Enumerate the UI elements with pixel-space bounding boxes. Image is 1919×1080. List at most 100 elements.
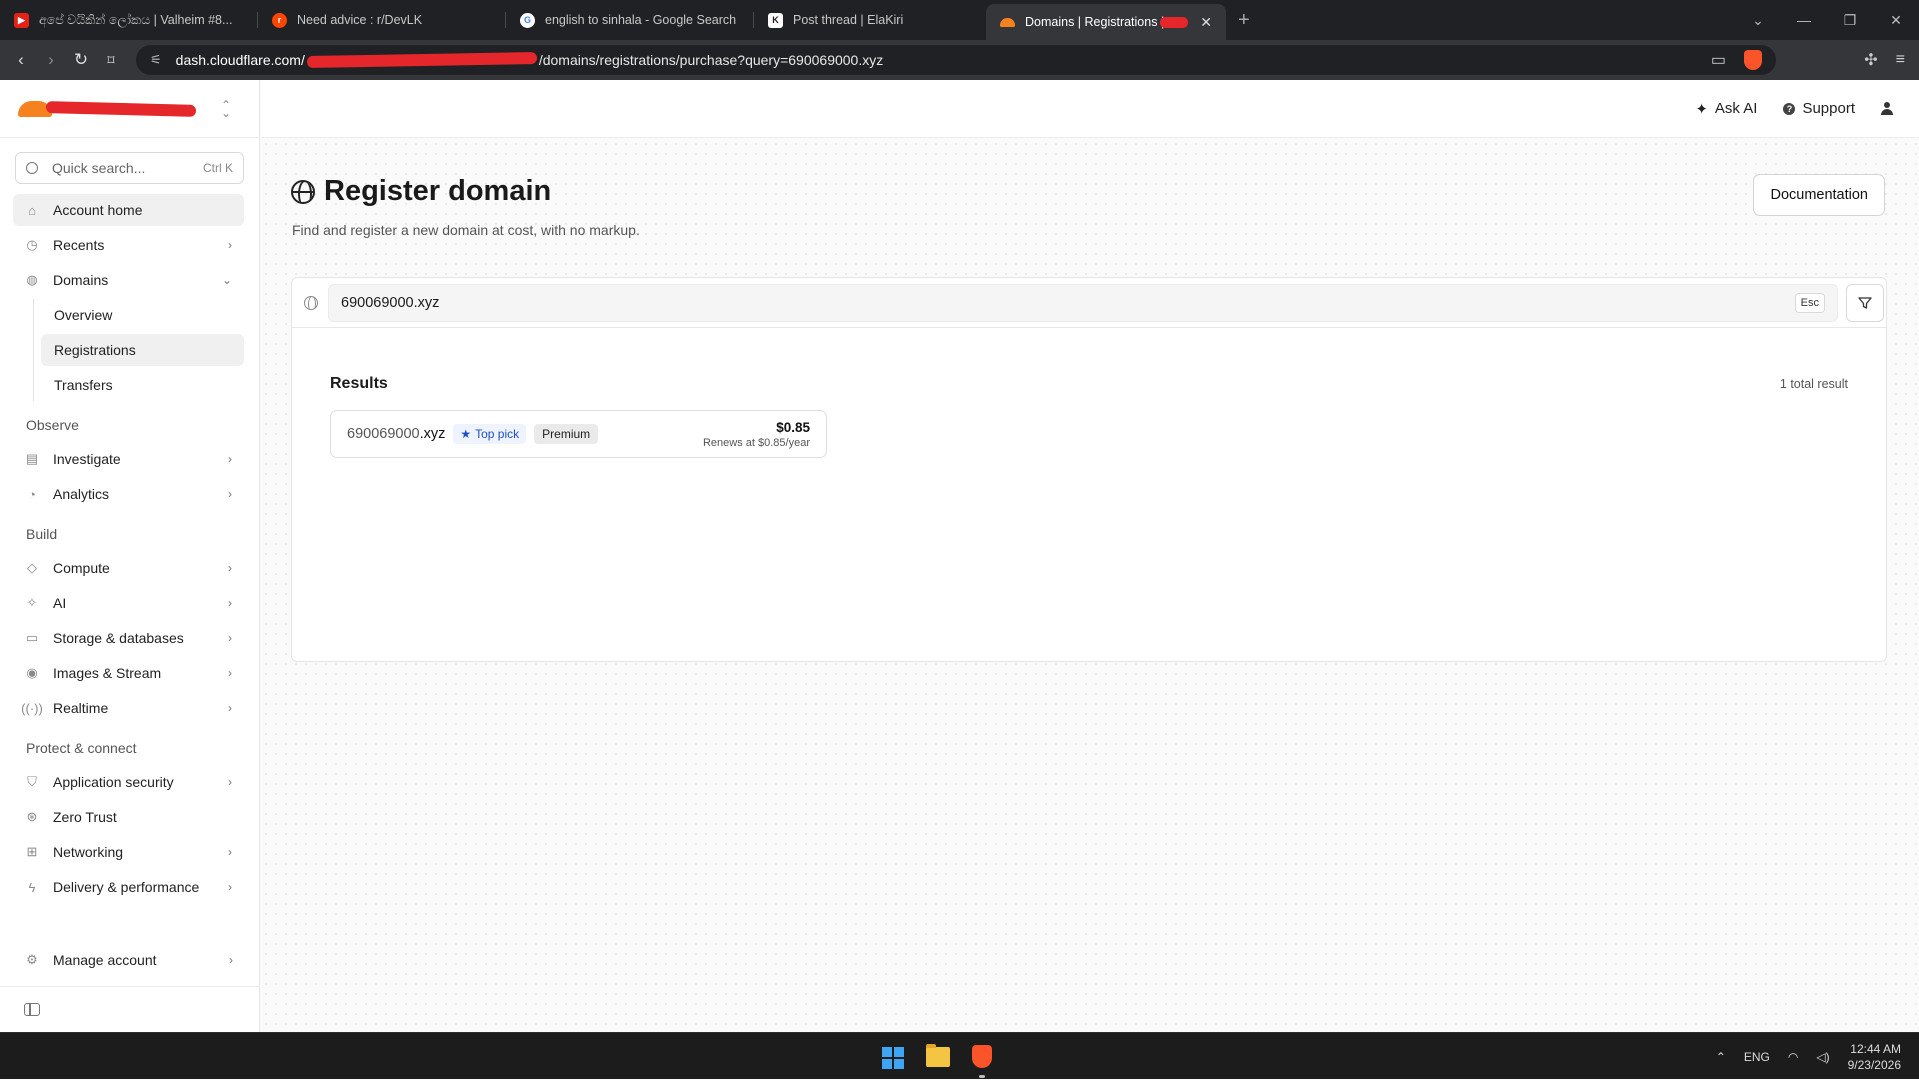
tab-google[interactable]: G english to sinhala - Google Search — [506, 0, 754, 40]
sidebar-item-label: Overview — [54, 307, 113, 323]
sidebar-item-label: Manage account — [53, 952, 157, 968]
bookmark-icon[interactable]: ⌑ — [96, 52, 126, 69]
clock[interactable]: 12:44 AM 9/23/2026 — [1848, 1041, 1901, 1073]
sidebar-item-label: Investigate — [53, 451, 121, 467]
sidebar-item-analytics[interactable]: ◔ Analytics › — [13, 478, 244, 510]
site-settings-icon[interactable]: ⚟ — [150, 52, 162, 68]
documentation-button[interactable]: Documentation — [1753, 174, 1885, 216]
brave-browser-icon[interactable] — [972, 1045, 992, 1068]
system-tray: ⌃ ENG ◠ ◁) 12:44 AM 9/23/2026 — [1716, 1033, 1901, 1080]
premium-badge: Premium — [534, 424, 599, 444]
zero-trust-icon: ⊛ — [26, 809, 38, 824]
sidebar-item-realtime[interactable]: ((·)) Realtime › — [13, 692, 244, 724]
esc-key-badge[interactable]: Esc — [1794, 292, 1825, 313]
tab-title: Post thread | ElaKiri — [793, 13, 904, 27]
search-icon — [26, 162, 38, 174]
sidebar-item-label: Storage & databases — [53, 630, 184, 646]
sidebar-item-label: Account home — [53, 202, 143, 218]
restore-icon[interactable]: ❐ — [1827, 12, 1873, 29]
domain-result-card[interactable]: 690069000.xyz ★ Top pick Premium $0.85 Re… — [330, 410, 827, 458]
user-icon — [1881, 102, 1893, 115]
window-controls: ⌄ — ❐ ✕ — [1735, 0, 1919, 40]
folder-icon: ▭ — [25, 630, 39, 645]
chevron-up-icon[interactable]: ⌃ — [1716, 1050, 1726, 1064]
chevron-right-icon: › — [228, 631, 232, 645]
collapse-sidebar-icon[interactable] — [24, 1003, 40, 1016]
extensions-icon[interactable]: ✣ — [1864, 50, 1877, 70]
chevron-right-icon: › — [228, 701, 232, 715]
minimize-icon[interactable]: — — [1781, 12, 1827, 28]
windows-start-icon[interactable] — [882, 1047, 904, 1069]
domain-search-input[interactable]: 690069000.xyz Esc — [328, 283, 1838, 322]
language-indicator[interactable]: ENG — [1744, 1050, 1770, 1064]
quick-search-input[interactable]: Quick search... Ctrl K — [15, 152, 244, 184]
redaction — [306, 51, 537, 69]
results-count: 1 total result — [1779, 377, 1848, 391]
user-menu-button[interactable] — [1881, 102, 1893, 115]
filter-icon — [1858, 296, 1872, 309]
tab-reddit[interactable]: r Need advice : r/DevLK — [258, 0, 506, 40]
tab-search-icon[interactable]: ⌄ — [1735, 12, 1781, 29]
tab-youtube[interactable]: ▶ අපේ වයිකින් ලෝකය | Valheim #8... — [0, 0, 258, 40]
chevron-right-icon: › — [228, 238, 232, 252]
sidebar-item-compute[interactable]: ◇ Compute › — [13, 552, 244, 584]
sidebar-item-storage[interactable]: ▭ Storage & databases › — [13, 622, 244, 654]
sidebar-item-domains[interactable]: ◍ Domains ⌄ — [13, 264, 244, 296]
chevron-right-icon: › — [228, 775, 232, 789]
sidebar-item-networking[interactable]: ⊞ Networking › — [13, 836, 244, 868]
close-tab-icon[interactable]: ✕ — [1188, 14, 1212, 31]
chevron-updown-icon[interactable]: ⌃ ⌄ — [221, 99, 231, 119]
chevron-right-icon: › — [228, 666, 232, 680]
tab-cloudflare[interactable]: Domains | Registrations | ✕ — [986, 4, 1226, 40]
redaction — [45, 100, 197, 117]
domain-tld: .xyz — [419, 426, 446, 442]
sidebar-item-ai[interactable]: ✧ AI › — [13, 587, 244, 619]
sidebar-item-recents[interactable]: ◷ Recents › — [13, 229, 244, 261]
new-tab-icon[interactable]: + — [1226, 9, 1262, 32]
sidebar-item-overview[interactable]: Overview — [41, 299, 244, 331]
reddit-icon: r — [272, 12, 287, 28]
menu-icon[interactable]: ≡ — [1896, 51, 1905, 69]
wifi-icon[interactable]: ◠ — [1788, 1050, 1798, 1064]
elakiri-icon: K — [768, 12, 783, 28]
file-explorer-icon[interactable] — [926, 1044, 950, 1067]
browser-tabbar: ▶ අපේ වයිකින් ලෝකය | Valheim #8... r Nee… — [0, 0, 1919, 40]
tab-elakiri[interactable]: K Post thread | ElaKiri — [754, 0, 986, 40]
brave-shields-icon[interactable] — [1744, 50, 1762, 70]
sidebar-item-manage-account[interactable]: ⚙ Manage account › — [13, 944, 245, 976]
domains-submenu: Overview Registrations Transfers — [0, 299, 259, 401]
address-bar[interactable]: ⚟ dash.cloudflare.com/ /domains/registra… — [136, 45, 1776, 75]
youtube-icon: ▶ — [14, 12, 29, 28]
top-pick-label: Top pick — [475, 427, 520, 441]
chevron-right-icon: › — [229, 953, 233, 967]
sidebar-item-label: Realtime — [53, 700, 109, 716]
filter-button[interactable] — [1846, 283, 1884, 322]
volume-icon[interactable]: ◁) — [1816, 1050, 1829, 1064]
clock-icon: ◷ — [26, 237, 38, 252]
redaction — [1160, 16, 1189, 28]
forward-icon[interactable]: › — [36, 50, 66, 70]
close-window-icon[interactable]: ✕ — [1873, 12, 1919, 29]
clock-time: 12:44 AM — [1850, 1041, 1901, 1056]
sidebar-item-transfers[interactable]: Transfers — [41, 369, 244, 401]
sidebar-item-delivery[interactable]: ϟ Delivery & performance › — [13, 871, 244, 903]
domain-sld: 690069000 — [347, 426, 420, 442]
domain-name: 690069000.xyz — [347, 426, 445, 442]
sidebar-item-zero-trust[interactable]: ⊛ Zero Trust — [13, 801, 244, 833]
sidebar-item-account-home[interactable]: ⌂ Account home — [13, 194, 244, 226]
support-button[interactable]: ? Support — [1783, 100, 1855, 117]
sidebar-item-registrations[interactable]: Registrations — [41, 334, 244, 366]
sidebar-item-images-stream[interactable]: ◉ Images & Stream › — [13, 657, 244, 689]
back-icon[interactable]: ‹ — [6, 50, 36, 70]
reload-icon[interactable]: ↻ — [66, 50, 96, 70]
sidebar-item-app-security[interactable]: ⛉ Application security › — [13, 766, 244, 798]
account-switcher[interactable]: ⌃ ⌄ — [0, 80, 259, 138]
ask-ai-button[interactable]: ✦ Ask AI — [1695, 100, 1757, 118]
page-subtitle: Find and register a new domain at cost, … — [292, 222, 640, 238]
main-content: Register domain Find and register a new … — [261, 139, 1919, 1032]
sidebar-item-investigate[interactable]: ▤ Investigate › — [13, 443, 244, 475]
google-icon: G — [520, 12, 535, 28]
tab-title: english to sinhala - Google Search — [545, 13, 737, 27]
price: $0.85 — [776, 419, 810, 435]
cast-icon[interactable]: ▭ — [1711, 50, 1726, 70]
